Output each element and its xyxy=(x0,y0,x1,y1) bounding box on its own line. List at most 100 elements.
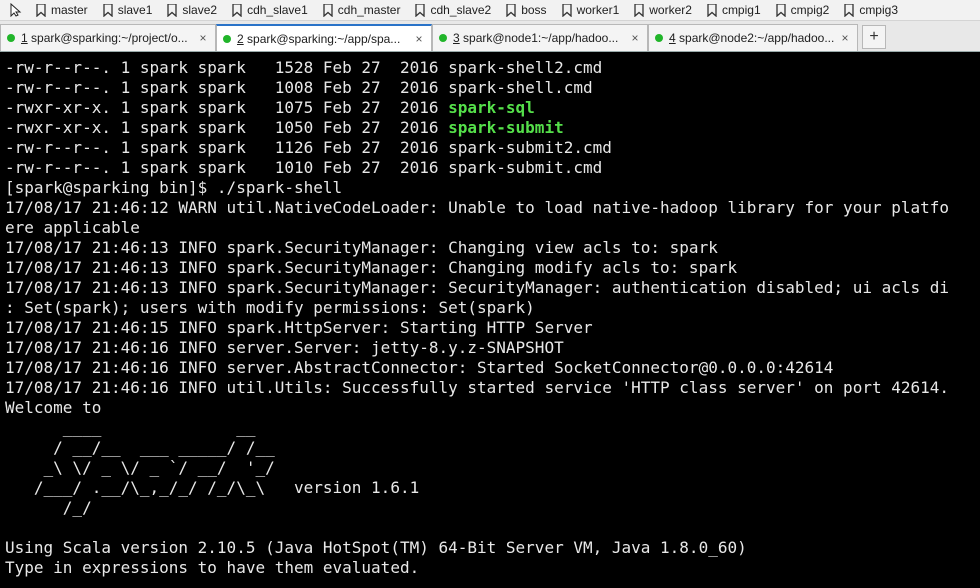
tab-label: 4 spark@node2:~/app/hadoo... xyxy=(669,31,837,45)
terminal-text: 17/08/17 21:46:13 INFO spark.SecurityMan… xyxy=(5,258,738,277)
session-tab[interactable]: 4 spark@node2:~/app/hadoo... × xyxy=(648,24,858,51)
terminal-text: / __/__ ___ _____/ /__ xyxy=(5,438,275,457)
terminal-text: ____ __ xyxy=(5,418,256,437)
bookmark-item[interactable]: cdh_slave2 xyxy=(415,0,491,20)
bookmark-flag-icon xyxy=(844,3,854,17)
bookmark-flag-icon xyxy=(561,3,572,17)
bookmark-label: slave2 xyxy=(182,3,218,17)
terminal-line: 17/08/17 21:46:16 INFO server.AbstractCo… xyxy=(5,358,833,378)
terminal-line: -rw-r--r--. 1 spark spark 1010 Feb 27 20… xyxy=(5,158,602,178)
executable-filename: spark-submit xyxy=(448,118,564,137)
terminal-line: -rw-r--r--. 1 spark spark 1008 Feb 27 20… xyxy=(5,78,593,98)
bookmark-label: worker2 xyxy=(649,3,692,17)
terminal-text: -rw-r--r--. 1 spark spark 1126 Feb 27 20… xyxy=(5,138,449,157)
bookmark-arrow-icon[interactable] xyxy=(8,0,24,20)
bookmark-item[interactable]: cdh_master xyxy=(323,0,401,20)
terminal-text: ere applicable xyxy=(5,218,140,237)
close-tab-icon[interactable]: × xyxy=(195,31,211,45)
bookmark-item[interactable]: worker1 xyxy=(561,0,619,20)
tab-number: 2 xyxy=(237,31,244,46)
session-tab[interactable]: 2 spark@sparking:~/app/spa... × xyxy=(216,24,432,51)
terminal-output[interactable]: -rw-r--r--. 1 spark spark 1528 Feb 27 20… xyxy=(0,52,980,588)
terminal-text: /_/ xyxy=(5,498,92,517)
bookmark-label: cmpig3 xyxy=(859,3,898,17)
tab-number: 4 xyxy=(669,31,676,45)
bookmark-label: cmpig1 xyxy=(721,3,761,17)
connected-status-icon xyxy=(223,34,231,43)
filename: spark-shell.cmd xyxy=(448,78,593,97)
terminal-text: Type in expressions to have them evaluat… xyxy=(5,558,420,577)
terminal-line: 17/08/17 21:46:13 INFO spark.SecurityMan… xyxy=(5,258,737,278)
bookmark-item[interactable]: worker2 xyxy=(634,0,692,20)
bookmark-item[interactable]: boss xyxy=(506,0,547,20)
terminal-line: [spark@sparking bin]$ ./spark-shell xyxy=(5,178,342,198)
terminal-text: : Set(spark); users with modify permissi… xyxy=(5,298,535,317)
connected-status-icon xyxy=(655,34,663,42)
close-tab-icon[interactable]: × xyxy=(837,31,853,45)
bookmark-list: master slave1 slave2 cdh_slave1 cdh_master cd… xyxy=(36,0,913,20)
tab-label: 1 spark@sparking:~/project/o... xyxy=(21,31,195,45)
tab-title: spark@node2:~/app/hadoo... xyxy=(679,31,835,45)
bookmark-item[interactable]: cmpig3 xyxy=(844,0,898,20)
executable-filename: spark-sql xyxy=(448,98,535,117)
tab-label: 2 spark@sparking:~/app/spa... xyxy=(237,32,411,46)
terminal-line: /_/ xyxy=(5,498,92,518)
bookmark-flag-icon xyxy=(167,3,178,17)
terminal-text: 17/08/17 21:46:16 INFO server.AbstractCo… xyxy=(5,358,834,377)
terminal-line: Using Scala version 2.10.5 (Java HotSpot… xyxy=(5,538,747,558)
terminal-line: 17/08/17 21:46:15 INFO spark.HttpServer:… xyxy=(5,318,593,338)
tab-number: 1 xyxy=(21,31,28,45)
terminal-text: 17/08/17 21:46:13 INFO spark.SecurityMan… xyxy=(5,238,718,257)
terminal-line: -rwxr-xr-x. 1 spark spark 1050 Feb 27 20… xyxy=(5,118,564,138)
terminal-line: / __/__ ___ _____/ /__ xyxy=(5,438,275,458)
terminal-line: 17/08/17 21:46:16 INFO util.Utils: Succe… xyxy=(5,378,949,398)
filename: spark-submit2.cmd xyxy=(448,138,612,157)
bookmark-item[interactable]: cdh_slave1 xyxy=(232,0,308,20)
session-tab[interactable]: 3 spark@node1:~/app/hadoo... × xyxy=(432,24,648,51)
close-tab-icon[interactable]: × xyxy=(627,31,643,45)
terminal-text: 17/08/17 21:46:13 INFO spark.SecurityMan… xyxy=(5,278,950,297)
bookmark-label: master xyxy=(51,3,88,17)
tab-label: 3 spark@node1:~/app/hadoo... xyxy=(453,31,627,45)
terminal-line: ere applicable xyxy=(5,218,140,238)
terminal-text: [spark@sparking bin]$ ./spark-shell xyxy=(5,178,343,197)
bookmark-label: cmpig2 xyxy=(790,3,830,17)
terminal-line: -rwxr-xr-x. 1 spark spark 1075 Feb 27 20… xyxy=(5,98,535,118)
bookmark-item[interactable]: cmpig1 xyxy=(707,0,761,20)
bookmark-item[interactable]: slave2 xyxy=(167,0,217,20)
add-tab-button[interactable]: + xyxy=(862,25,886,49)
bookmark-item[interactable]: master xyxy=(36,0,88,20)
bookmark-flag-icon xyxy=(506,3,516,17)
terminal-line: 17/08/17 21:46:16 INFO server.Server: je… xyxy=(5,338,564,358)
terminal-text: -rwxr-xr-x. 1 spark spark 1050 Feb 27 20… xyxy=(5,118,449,137)
bookmark-flag-icon xyxy=(323,3,333,17)
tab-title: spark@sparking:~/project/o... xyxy=(31,31,188,45)
terminal-line: ____ __ xyxy=(5,418,256,438)
bookmark-label: cdh_slave2 xyxy=(430,3,492,17)
terminal-line: : Set(spark); users with modify permissi… xyxy=(5,298,535,318)
bookmark-label: cdh_master xyxy=(337,3,401,17)
terminal-text: 17/08/17 21:46:12 WARN util.NativeCodeLo… xyxy=(5,198,950,217)
bookmark-item[interactable]: cmpig2 xyxy=(775,0,830,20)
bookmark-flag-icon xyxy=(415,3,426,17)
bookmark-item[interactable]: slave1 xyxy=(103,0,152,20)
tab-title: spark@sparking:~/app/spa... xyxy=(247,31,401,46)
terminal-text: -rwxr-xr-x. 1 spark spark 1075 Feb 27 20… xyxy=(5,98,449,117)
terminal-text: -rw-r--r--. 1 spark spark 1528 Feb 27 20… xyxy=(5,58,449,77)
close-tab-icon[interactable]: × xyxy=(411,32,427,46)
bookmark-flag-icon xyxy=(232,3,242,17)
terminal-line: Type in expressions to have them evaluat… xyxy=(5,558,419,578)
filename: spark-shell2.cmd xyxy=(448,58,603,77)
bookmark-flag-icon xyxy=(634,3,644,17)
terminal-line: _\ \/ _ \/ _ `/ __/ '_/ xyxy=(5,458,275,478)
terminal-line: -rw-r--r--. 1 spark spark 1126 Feb 27 20… xyxy=(5,138,612,158)
terminal-text: /___/ .__/\_,_/_/ /_/\_\ version 1.6.1 xyxy=(5,478,420,497)
session-tab[interactable]: 1 spark@sparking:~/project/o... × xyxy=(0,24,216,51)
terminal-text: -rw-r--r--. 1 spark spark 1008 Feb 27 20… xyxy=(5,78,449,97)
filename: spark-submit.cmd xyxy=(448,158,603,177)
terminal-text: 17/08/17 21:46:16 INFO server.Server: je… xyxy=(5,338,564,357)
terminal-text: Using Scala version 2.10.5 (Java HotSpot… xyxy=(5,538,747,557)
terminal-line: -rw-r--r--. 1 spark spark 1528 Feb 27 20… xyxy=(5,58,602,78)
connected-status-icon xyxy=(7,34,15,42)
bookmark-flag-icon xyxy=(707,3,717,17)
